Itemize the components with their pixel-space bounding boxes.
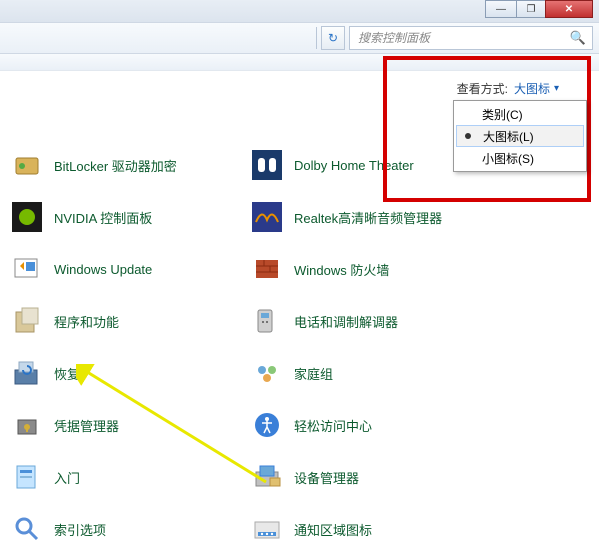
bullet-icon [465,133,471,139]
homegroup-icon [250,356,284,390]
refresh-button[interactable]: ↻ [321,26,345,50]
programs-icon [10,304,44,338]
item-ease-of-access[interactable]: 轻松访问中心 [250,405,372,445]
view-by-dropdown-menu: 类别(C) 大图标(L) 小图标(S) [453,100,587,172]
toolbar: ↻ 🔍 [0,22,599,54]
item-windows-update[interactable]: Windows Update [10,249,152,289]
close-button[interactable]: ✕ [545,0,593,18]
separator [316,27,317,49]
item-label: BitLocker 驱动器加密 [54,156,177,175]
refresh-icon: ↻ [328,31,338,45]
item-programs-features[interactable]: 程序和功能 [10,301,119,341]
dropdown-item-category[interactable]: 类别(C) [456,103,584,125]
windows-update-icon [10,252,44,286]
item-label: 家庭组 [294,364,333,383]
dropdown-item-label: 类别(C) [482,106,523,123]
maximize-button[interactable]: ❐ [516,0,546,18]
chevron-down-icon: ▾ [554,83,559,94]
realtek-icon [250,200,284,234]
command-bar [0,54,599,71]
item-label: 通知区域图标 [294,520,372,539]
minimize-button[interactable]: — [485,0,517,18]
item-label: 索引选项 [54,520,106,539]
titlebar: — ❐ ✕ [0,0,599,22]
item-realtek[interactable]: Realtek高清晰音频管理器 [250,197,442,237]
item-phone-modem[interactable]: 电话和调制解调器 [250,301,398,341]
item-label: 电话和调制解调器 [294,312,398,331]
control-panel-items: BitLocker 驱动器加密 NVIDIA 控制面板 Windows Upda… [0,130,599,539]
ease-of-access-icon [250,408,284,442]
indexing-icon [10,512,44,546]
item-notification-area[interactable]: 通知区域图标 [250,509,372,549]
item-label: NVIDIA 控制面板 [54,208,152,227]
item-recovery[interactable]: 恢复 [10,353,80,393]
nvidia-icon [10,200,44,234]
item-label: 恢复 [54,364,80,383]
item-credential-manager[interactable]: 凭据管理器 [10,405,119,445]
item-label: Windows Update [54,262,152,277]
item-bitlocker[interactable]: BitLocker 驱动器加密 [10,145,177,185]
item-homegroup[interactable]: 家庭组 [250,353,333,393]
getting-started-icon [10,460,44,494]
item-getting-started[interactable]: 入门 [10,457,80,497]
dolby-icon [250,148,284,182]
item-label: Dolby Home Theater [294,158,414,173]
item-label: Windows 防火墙 [294,260,389,279]
dropdown-item-small-icons[interactable]: 小图标(S) [456,147,584,169]
firewall-icon [250,252,284,286]
search-icon: 🔍 [570,30,586,46]
dropdown-item-label: 大图标(L) [483,128,534,145]
phone-modem-icon [250,304,284,338]
search-input[interactable] [356,30,570,46]
device-manager-icon [250,460,284,494]
item-label: 轻松访问中心 [294,416,372,435]
dropdown-item-label: 小图标(S) [482,150,534,167]
dropdown-item-large-icons[interactable]: 大图标(L) [456,125,584,147]
view-by-row: 查看方式: 大图标 ▾ [457,80,559,97]
item-label: 入门 [54,468,80,487]
search-box[interactable]: 🔍 [349,26,593,50]
credential-icon [10,408,44,442]
item-label: 程序和功能 [54,312,119,331]
item-indexing-options[interactable]: 索引选项 [10,509,106,549]
item-device-manager[interactable]: 设备管理器 [250,457,359,497]
notification-area-icon [250,512,284,546]
recovery-icon [10,356,44,390]
item-firewall[interactable]: Windows 防火墙 [250,249,389,289]
bitlocker-icon [10,148,44,182]
item-label: 凭据管理器 [54,416,119,435]
item-label: 设备管理器 [294,468,359,487]
view-by-label: 查看方式: [457,80,508,97]
item-label: Realtek高清晰音频管理器 [294,208,442,227]
item-nvidia[interactable]: NVIDIA 控制面板 [10,197,152,237]
item-dolby[interactable]: Dolby Home Theater [250,145,414,185]
view-by-dropdown-trigger[interactable]: 大图标 ▾ [514,80,559,97]
